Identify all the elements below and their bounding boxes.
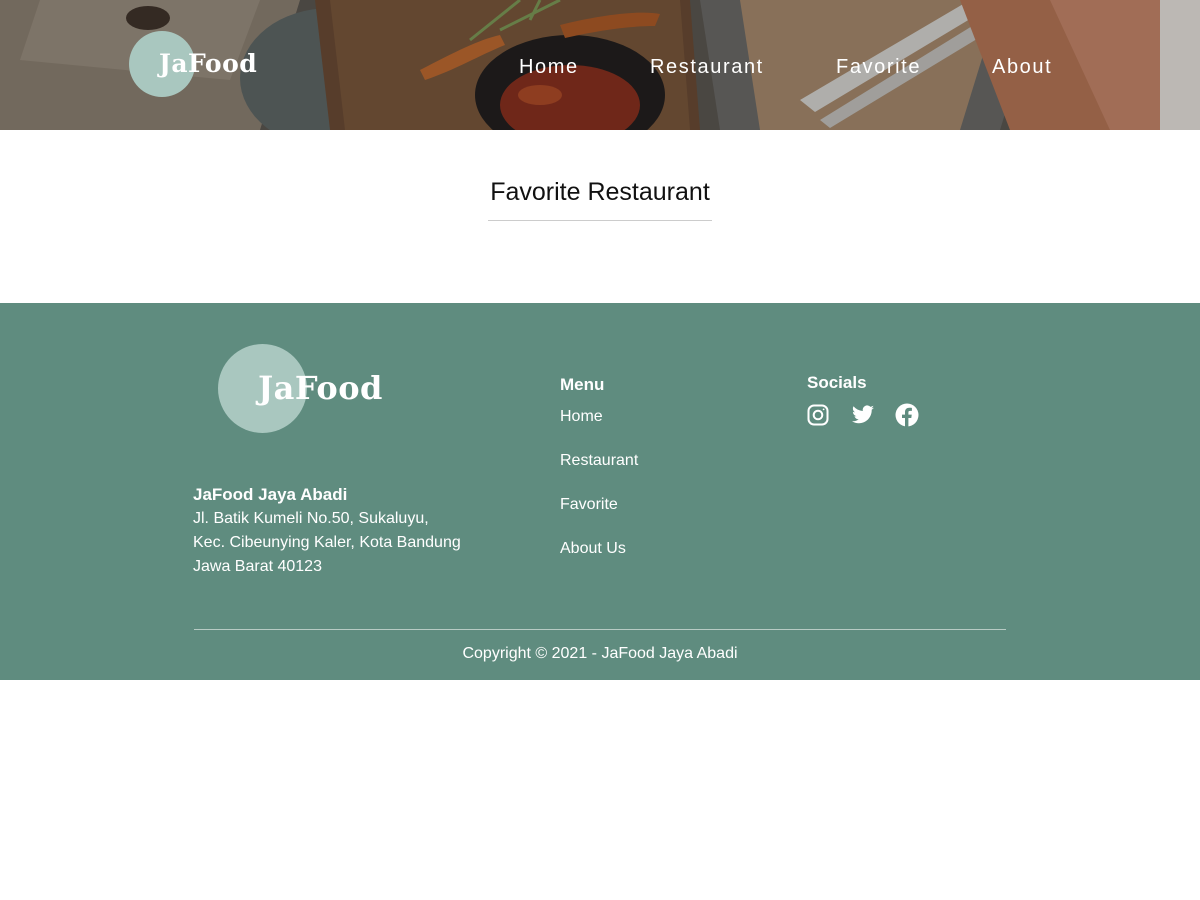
page-title: Favorite Restaurant	[490, 178, 710, 206]
twitter-icon[interactable]	[851, 403, 875, 427]
footer-menu-about-us[interactable]: About Us	[560, 540, 626, 558]
address-line: Kec. Cibeunying Kaler, Kota Bandung	[193, 534, 461, 551]
nav-item-about[interactable]: About	[992, 56, 1052, 79]
footer-divider	[194, 629, 1006, 630]
address-line: Jl. Batik Kumeli No.50, Sukaluyu,	[193, 510, 429, 527]
footer-socials-title: Socials	[807, 373, 867, 392]
footer-logo[interactable]: JaFood	[218, 344, 388, 434]
footer-menu-favorite[interactable]: Favorite	[560, 496, 618, 514]
footer-menu-restaurant[interactable]: Restaurant	[560, 452, 638, 470]
main-nav: Home Restaurant Favorite About	[0, 52, 1200, 84]
copyright-text: Copyright © 2021 - JaFood Jaya Abadi	[462, 645, 738, 662]
site-footer: JaFood JaFood Jaya Abadi Jl. Batik Kumel…	[0, 303, 1200, 680]
instagram-icon[interactable]	[806, 403, 830, 427]
footer-menu-home[interactable]: Home	[560, 408, 603, 426]
address-line: Jawa Barat 40123	[193, 558, 322, 575]
company-address: JaFood Jaya Abadi Jl. Batik Kumeli No.50…	[193, 483, 461, 579]
nav-item-favorite[interactable]: Favorite	[836, 56, 921, 79]
facebook-icon[interactable]	[895, 403, 919, 427]
nav-item-home[interactable]: Home	[519, 56, 579, 79]
nav-item-restaurant[interactable]: Restaurant	[650, 56, 764, 79]
footer-logo-text: JaFood	[258, 369, 383, 407]
company-name: JaFood Jaya Abadi	[193, 485, 348, 504]
footer-menu-title: Menu	[560, 375, 605, 394]
title-divider	[488, 220, 712, 221]
site-header: JaFood Home Restaurant Favorite About	[0, 0, 1200, 130]
